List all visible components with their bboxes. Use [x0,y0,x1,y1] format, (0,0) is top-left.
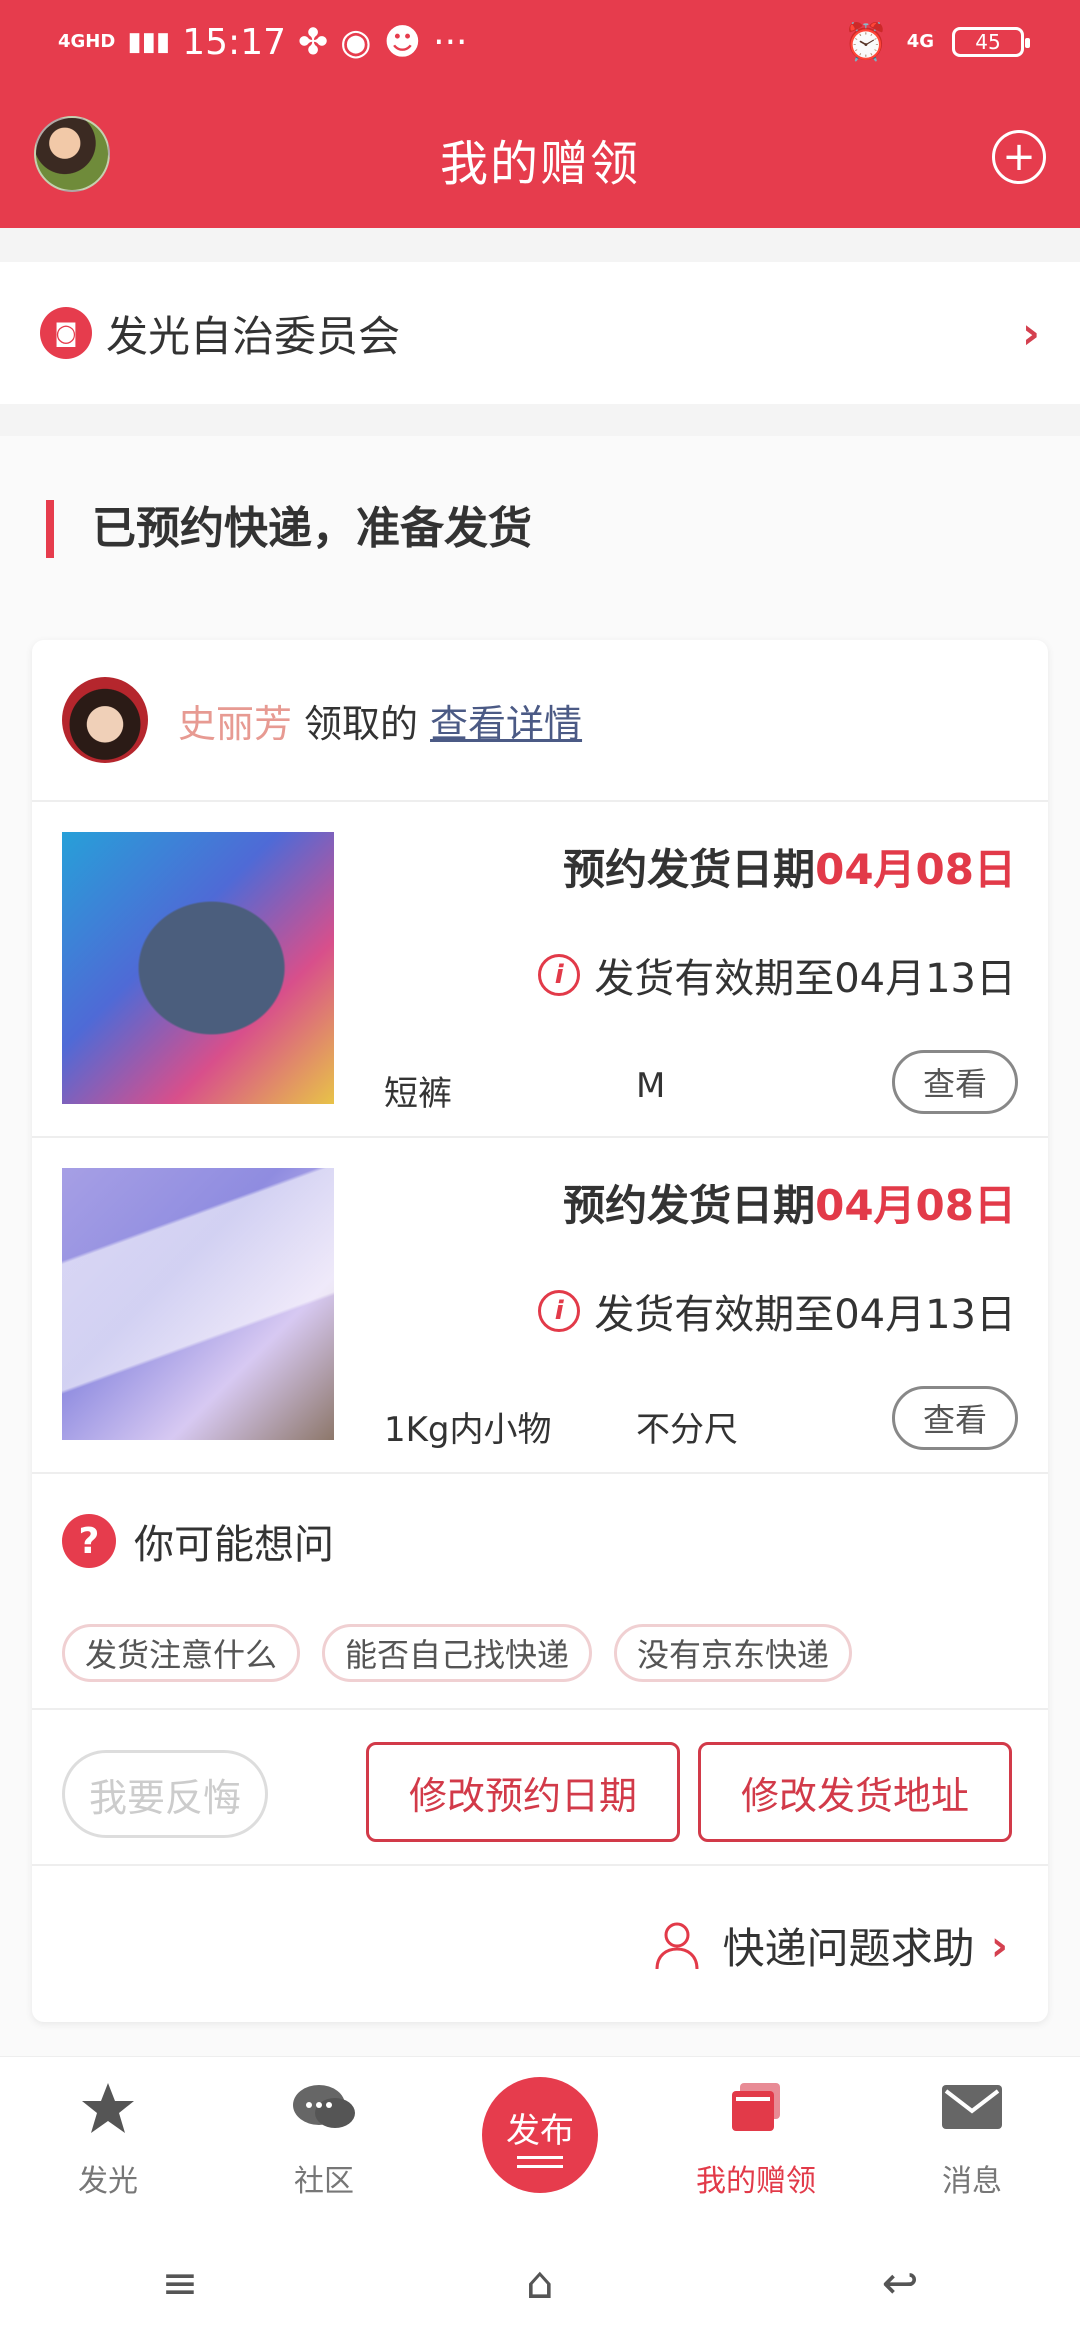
regret-button[interactable]: 我要反悔 [62,1750,268,1838]
pinwheel-icon: ✤ [298,21,329,63]
app-header: 4GHD ▮▮▮ 15:17 ✤ ◉ ☻ ··· ⏰ 4G 45 我的赠领 + [0,0,1080,228]
faq-title-text: 你可能想问 [134,1522,334,1568]
committee-label: 发光自治委员会 [106,311,401,361]
bottom-tab-bar: 发光 社区 发布 我的赠领 消息 [0,2056,1080,2226]
modify-address-button[interactable]: 修改发货地址 [698,1742,1012,1842]
battery-level: 45 [975,30,1001,54]
publish-icon [517,2155,563,2168]
battery-icon: 45 [952,27,1030,57]
item-photo-shorts[interactable] [62,832,334,1104]
ship-date: 预约发货日期04月08日 [563,1172,1016,1233]
valid-until: i 发货有效期至04月13日 [538,1282,1016,1340]
faq-tags: 发货注意什么 能否自己找快递 没有京东快递 [62,1624,853,1682]
network-indicator: 4GHD [58,31,116,52]
item-size: M [636,1066,666,1106]
card-header: 史丽芳 领取的 查看详情 [32,640,1048,802]
item-name: 短裤 [384,1074,452,1114]
tab-faguang[interactable]: 发光 [0,2057,216,2226]
claim-text: 领取的 [304,701,419,746]
action-row: 我要反悔 修改预约日期 修改发货地址 [32,1710,1048,1866]
list-item: 预约发货日期04月08日 i 发货有效期至04月13日 短裤 M 查看 [32,802,1048,1138]
chevron-right-icon: › [1021,307,1040,359]
committee-row[interactable]: ◙ 发光自治委员会 › [0,262,1080,404]
item-photo-package[interactable] [62,1168,334,1440]
page-title: 我的赠领 [439,136,640,192]
chat-bubble-icon [293,2085,355,2128]
committee-icon: ◙ [40,307,92,359]
menu-icon[interactable]: ≡ [150,2258,210,2309]
ship-date-value: 04月08日 [815,1181,1016,1230]
ship-date-value: 04月08日 [815,845,1016,894]
shipping-section: 已预约快递，准备发货 史丽芳 领取的 查看详情 预约发货日期04月08日 i 发… [0,436,1080,2056]
ship-date-label: 预约发货日期 [563,845,816,894]
tab-label: 社区 [294,2164,354,2199]
faq-section: ? 你可能想问 发货注意什么 能否自己找快递 没有京东快递 [32,1474,1048,1710]
system-nav-bar: ≡ ⌂ ↩ [0,2226,1080,2340]
qq-penguin-icon: ◉ [340,21,372,63]
gift-stack-icon [732,2083,780,2131]
alarm-icon: ⏰ [843,22,889,63]
publish-label: 发布 [506,2110,574,2151]
add-button[interactable]: + [992,130,1046,184]
valid-until: i 发货有效期至04月13日 [538,946,1016,1004]
chevron-right-icon: › [990,1920,1008,1970]
claim-card: 史丽芳 领取的 查看详情 预约发货日期04月08日 i 发货有效期至04月13日… [32,640,1048,2022]
modify-date-button[interactable]: 修改预约日期 [366,1742,680,1842]
signal-icon: ▮▮▮ [127,27,171,57]
person-icon [655,1922,699,1970]
info-icon: i [538,954,581,996]
tab-my-gifts[interactable]: 我的赠领 [648,2057,864,2226]
item-name: 1Kg内小物 [384,1410,552,1450]
info-icon: i [538,1290,581,1332]
back-icon[interactable]: ↩ [870,2258,930,2309]
home-icon[interactable]: ⌂ [510,2258,570,2309]
view-button[interactable]: 查看 [892,1386,1018,1450]
delivery-help-row[interactable]: 快递问题求助 › [32,1868,1048,2022]
star-icon [82,2083,134,2133]
item-size: 不分尺 [636,1410,738,1450]
claimer-name[interactable]: 史丽芳 [178,693,292,748]
title-bar: 我的赠领 + [0,100,1080,210]
ship-date-label: 预约发货日期 [563,1181,816,1230]
tab-community[interactable]: 社区 [216,2057,432,2226]
tab-label: 我的赠领 [696,2164,816,2199]
valid-until-text: 发货有效期至04月13日 [594,956,1016,1002]
more-dots-icon: ··· [433,21,468,63]
faq-tag[interactable]: 能否自己找快递 [322,1624,593,1682]
view-details-link[interactable]: 查看详情 [430,693,582,748]
tab-publish[interactable]: 发布 [432,2057,648,2226]
tab-label: 消息 [942,2164,1002,2199]
status-bar: 4GHD ▮▮▮ 15:17 ✤ ◉ ☻ ··· ⏰ 4G 45 [0,0,1080,84]
plus-icon: + [1002,134,1036,180]
question-icon: ? [62,1514,116,1568]
faq-tag[interactable]: 发货注意什么 [62,1624,301,1682]
faq-title: ? 你可能想问 [62,1512,334,1570]
app-face-icon: ☻ [383,21,422,63]
section-title: 已预约快递，准备发货 [46,500,532,558]
faq-tag[interactable]: 没有京东快递 [614,1624,853,1682]
help-label: 快递问题求助 [722,1923,975,1973]
list-item: 预约发货日期04月08日 i 发货有效期至04月13日 1Kg内小物 不分尺 查… [32,1138,1048,1474]
status-time: 15:17 [182,21,286,63]
mail-icon [942,2085,1002,2129]
claimer-avatar[interactable] [62,677,148,763]
publish-button[interactable]: 发布 [482,2077,598,2193]
view-button[interactable]: 查看 [892,1050,1018,1114]
ship-date: 预约发货日期04月08日 [563,836,1016,897]
network-4g-indicator: 4G [906,31,934,52]
tab-label: 发光 [78,2164,138,2199]
tab-messages[interactable]: 消息 [864,2057,1080,2226]
valid-until-text: 发货有效期至04月13日 [594,1292,1016,1338]
